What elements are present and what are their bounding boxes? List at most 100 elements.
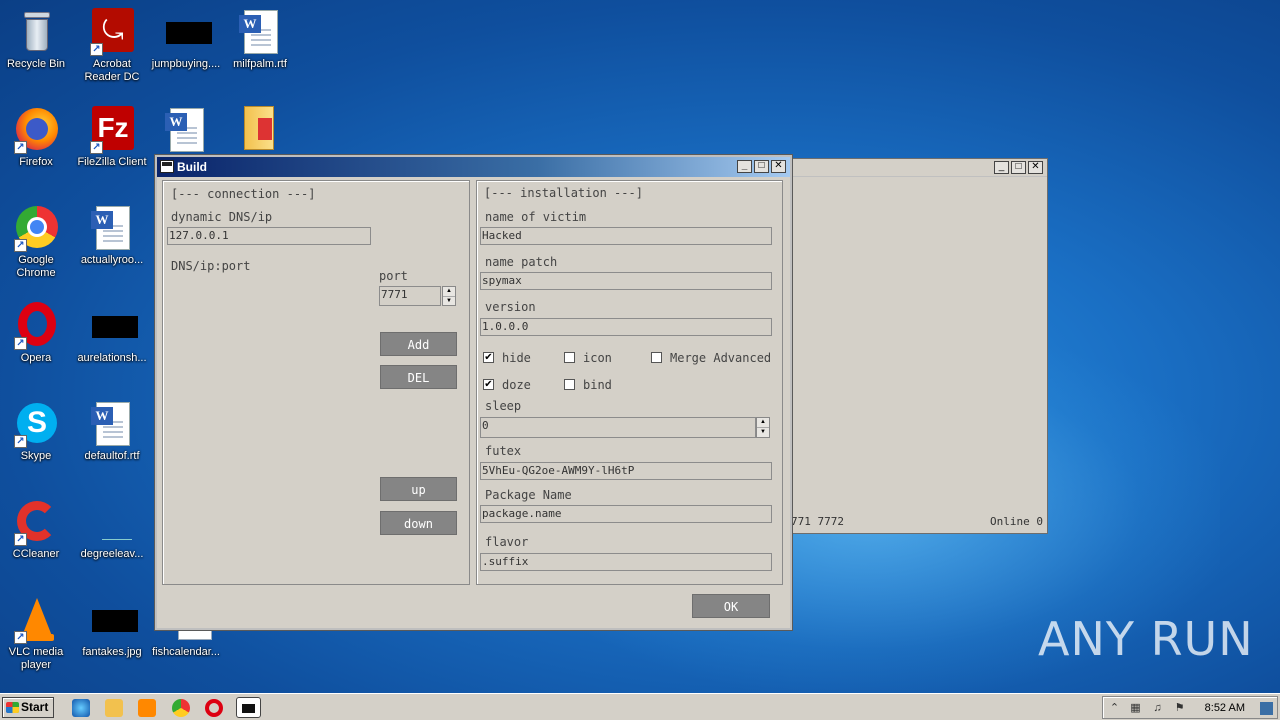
- victim-name-input[interactable]: Hacked: [480, 227, 772, 245]
- desktop-icon-label: Acrobat Reader DC: [84, 58, 140, 83]
- firefox-icon: ↗: [12, 106, 60, 154]
- maximize-button[interactable]: □: [754, 160, 769, 173]
- icon-label: icon: [583, 351, 612, 365]
- add-button[interactable]: Add: [380, 332, 457, 356]
- status-ports: 771 7772: [791, 515, 844, 528]
- desktop-icon-vlc[interactable]: ↗ VLC media player: [0, 596, 74, 672]
- connection-header: [--- connection ---]: [171, 187, 316, 201]
- chevron-up-icon[interactable]: ▲: [757, 418, 769, 428]
- desktop-icon-defaultof[interactable]: W defaultof.rtf: [74, 400, 150, 463]
- close-button[interactable]: ✕: [1028, 161, 1043, 174]
- desktop-icon-label: FileZilla Client: [77, 156, 147, 168]
- volume-icon[interactable]: ♫: [1151, 702, 1164, 715]
- explorer-folder-icon[interactable]: [105, 699, 123, 717]
- desktop-icon-jumpbuying[interactable]: jumpbuying....: [148, 8, 224, 71]
- anyrun-watermark: ANY RUN: [1038, 612, 1254, 666]
- network-icon[interactable]: ▦: [1129, 702, 1142, 715]
- word-document-icon: W: [88, 204, 136, 252]
- patch-name-label: name patch: [485, 255, 558, 269]
- desktop-icon-fantakes[interactable]: fantakes.jpg: [74, 596, 150, 659]
- chevron-up-icon[interactable]: ▲: [443, 287, 455, 297]
- flavor-label: flavor: [485, 535, 529, 549]
- desktop-icon-label: Skype: [20, 450, 52, 462]
- windows-logo-icon: [6, 702, 19, 713]
- redacted-thumbnail-icon: [88, 596, 138, 644]
- desktop-icon-milfpalm[interactable]: W milfpalm.rtf: [222, 8, 298, 71]
- ok-button[interactable]: OK: [692, 594, 770, 618]
- bind-checkbox[interactable]: [564, 379, 575, 390]
- merge-advanced-checkbox[interactable]: [651, 352, 662, 363]
- desktop-icon-degreeleav[interactable]: degreeleav...: [74, 498, 150, 561]
- port-input[interactable]: 7771: [379, 286, 441, 306]
- desktop-icon-aurelationsh[interactable]: aurelationsh...: [74, 302, 150, 365]
- desktop-icon-google-chrome[interactable]: ↗ Google Chrome: [0, 204, 74, 280]
- sleep-label: sleep: [485, 399, 522, 413]
- build-titlebar[interactable]: Build _ □ ✕: [157, 157, 790, 177]
- flag-icon[interactable]: ⚑: [1173, 702, 1186, 715]
- version-label: version: [485, 300, 536, 314]
- bind-label: bind: [583, 378, 612, 392]
- clock[interactable]: 8:52 AM: [1205, 702, 1245, 714]
- desktop-icon-actuallyroo[interactable]: W actuallyroo...: [74, 204, 150, 267]
- close-button[interactable]: ✕: [771, 160, 786, 173]
- up-button[interactable]: up: [380, 477, 457, 501]
- port-stepper[interactable]: ▲ ▼: [442, 286, 456, 306]
- patch-name-input[interactable]: spymax: [480, 272, 772, 290]
- desktop-icon-ccleaner[interactable]: ↗ CCleaner: [0, 498, 74, 561]
- build-dialog[interactable]: Build _ □ ✕ [--- connection ---] dynamic…: [154, 154, 793, 631]
- chevron-down-icon[interactable]: ▼: [757, 428, 769, 437]
- background-window-titlebar[interactable]: _ □ ✕: [779, 159, 1047, 177]
- opera-icon[interactable]: [205, 699, 223, 717]
- desktop-icon-label: jumpbuying....: [151, 58, 221, 70]
- icon-checkbox[interactable]: [564, 352, 575, 363]
- dns-label: dynamic DNS/ip: [171, 210, 273, 224]
- window-app-icon: [160, 160, 174, 173]
- desktop-icon-folder[interactable]: [222, 106, 298, 156]
- desktop-icon-filezilla[interactable]: Fz ↗ FileZilla Client: [74, 106, 150, 169]
- del-button[interactable]: DEL: [380, 365, 457, 389]
- word-document-icon: W: [236, 8, 284, 56]
- desktop-icon-label: Opera: [20, 352, 52, 364]
- build-app-taskbar-icon[interactable]: [236, 697, 261, 718]
- desktop-icon-recycle-bin[interactable]: Recycle Bin: [0, 8, 74, 71]
- maximize-button[interactable]: □: [1011, 161, 1026, 174]
- version-input[interactable]: 1.0.0.0: [480, 318, 772, 336]
- dns-ip-input[interactable]: 127.0.0.1: [167, 227, 371, 245]
- background-app-window[interactable]: _ □ ✕ 771 7772 Online 0: [778, 158, 1048, 534]
- doze-label: doze: [502, 378, 531, 392]
- desktop-icon-acrobat[interactable]: ⤿ ↗ Acrobat Reader DC: [74, 8, 150, 84]
- hide-checkbox[interactable]: ✔: [483, 352, 494, 363]
- package-name-label: Package Name: [485, 488, 572, 502]
- package-name-input[interactable]: package.name: [480, 505, 772, 523]
- desktop-icon-skype[interactable]: S ↗ Skype: [0, 400, 74, 463]
- flavor-input[interactable]: .suffix: [480, 553, 772, 571]
- start-button[interactable]: Start: [2, 697, 54, 718]
- merge-advanced-label: Merge Advanced: [670, 351, 772, 365]
- minimize-button[interactable]: _: [737, 160, 752, 173]
- futex-input[interactable]: 5VhEu-QG2oe-AWM9Y-lH6tP: [480, 462, 772, 480]
- down-button[interactable]: down: [380, 511, 457, 535]
- word-document-icon: W: [88, 400, 136, 448]
- ie-icon[interactable]: [72, 699, 90, 717]
- doze-checkbox[interactable]: ✔: [483, 379, 494, 390]
- opera-icon: ↗: [12, 302, 60, 350]
- desktop-icon-word-doc[interactable]: W: [148, 106, 224, 156]
- desktop-icon-label: Firefox: [19, 156, 53, 168]
- chevron-up-icon[interactable]: ⌃: [1108, 702, 1121, 715]
- installation-header: [--- installation ---]: [484, 186, 643, 200]
- chrome-icon[interactable]: [172, 699, 190, 717]
- victim-name-label: name of victim: [485, 210, 587, 224]
- start-label: Start: [21, 700, 49, 714]
- taskbar: Start ⌃ ▦ ♫ ⚑ 8:52 AM: [0, 693, 1280, 720]
- media-player-icon[interactable]: [138, 699, 156, 717]
- sleep-input[interactable]: 0: [480, 417, 756, 438]
- desktop-icon-opera[interactable]: ↗ Opera: [0, 302, 74, 365]
- sleep-stepper[interactable]: ▲ ▼: [756, 417, 770, 438]
- hide-label: hide: [502, 351, 531, 365]
- show-desktop-icon[interactable]: [1260, 702, 1273, 715]
- ccleaner-icon: ↗: [12, 498, 60, 546]
- desktop-icon-firefox[interactable]: ↗ Firefox: [0, 106, 74, 169]
- minimize-button[interactable]: _: [994, 161, 1009, 174]
- desktop-icon-label: defaultof.rtf: [84, 450, 140, 462]
- chevron-down-icon[interactable]: ▼: [443, 297, 455, 306]
